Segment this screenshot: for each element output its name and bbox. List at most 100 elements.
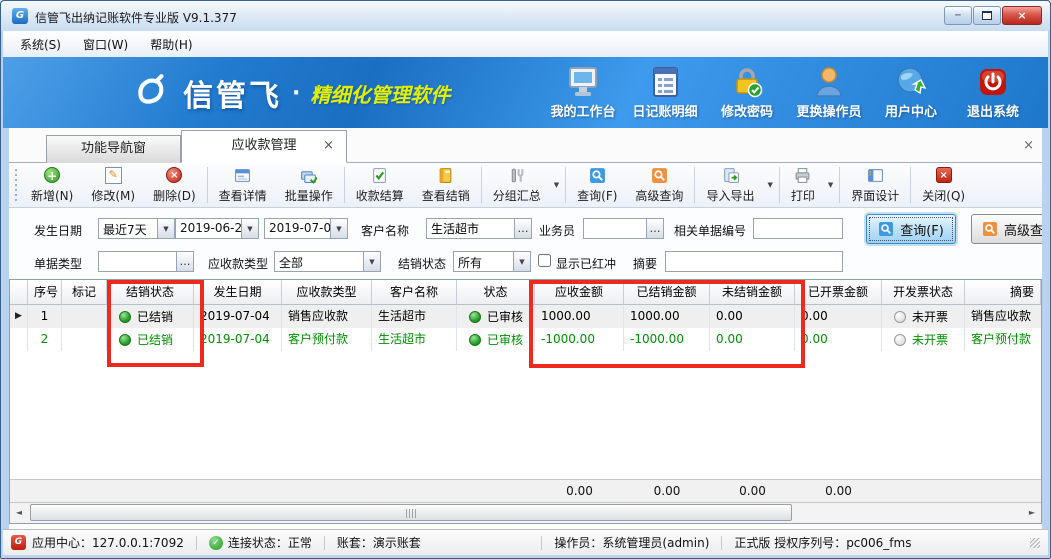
app-center-logo-icon: G — [11, 535, 26, 550]
header-seq[interactable]: 序号 — [28, 280, 62, 305]
dropdown-icon[interactable]: ▼ — [763, 181, 776, 189]
exit-power-icon — [977, 66, 1009, 98]
tab-function-nav[interactable]: 功能导航窗 — [46, 135, 181, 163]
status-text: 已审核 — [487, 306, 523, 328]
toolbar-view-detail-button[interactable]: 查看详情 — [210, 163, 276, 207]
recv-type-combo[interactable]: 全部▼ — [274, 251, 381, 272]
query-button[interactable]: 查询(F) — [866, 214, 956, 244]
toolbar-separator — [481, 167, 482, 203]
header-indicator — [10, 280, 28, 305]
user-center-globe-icon — [895, 66, 927, 98]
action-exit-system[interactable]: 退出系统 — [952, 64, 1034, 120]
ellipsis-icon[interactable]: … — [176, 252, 193, 271]
scrollbar-thumb[interactable] — [30, 504, 792, 521]
status-separator — [721, 536, 722, 550]
settle-status-combo[interactable]: 所有▼ — [453, 251, 531, 272]
date-to-combo[interactable]: 2019-07-04▼ — [264, 218, 348, 239]
salesman-input[interactable] — [584, 219, 646, 238]
header-status[interactable]: 状态 — [457, 280, 535, 305]
toolbar-query-button[interactable]: 查询(F) — [568, 163, 626, 207]
action-journal-detail[interactable]: 日记账明细 — [624, 64, 706, 120]
gray-status-icon — [894, 311, 906, 323]
combo-value: 全部 — [275, 252, 363, 271]
ref-no-input[interactable] — [754, 219, 842, 238]
advanced-search-icon — [982, 221, 998, 237]
toolbar-add-button[interactable]: +新增(N) — [22, 163, 82, 207]
menu-window[interactable]: 窗口(W) — [72, 33, 139, 56]
toolbar-group-summary-button[interactable]: 分组汇总 — [484, 163, 550, 207]
chevron-down-icon[interactable]: ▼ — [241, 219, 258, 238]
toolbar-settle-button[interactable]: 收款结算 — [347, 163, 413, 207]
status-text: 已审核 — [487, 329, 523, 351]
customer-input[interactable] — [427, 219, 514, 238]
header-customer[interactable]: 客户名称 — [372, 280, 457, 305]
header-invoice-status[interactable]: 开发票状态 — [882, 280, 965, 305]
header-recv-type[interactable]: 应收款类型 — [282, 280, 372, 305]
toolbar-grip[interactable] — [13, 169, 20, 201]
status-separator — [541, 536, 542, 550]
writeoff-book-icon — [437, 167, 454, 184]
menu-system[interactable]: 系统(S) — [9, 33, 72, 56]
dropdown-icon[interactable]: ▼ — [824, 181, 837, 189]
action-change-password[interactable]: 修改密码 — [706, 64, 788, 120]
row-indicator: ▶ — [10, 305, 28, 328]
status-separator — [324, 536, 325, 550]
chevron-down-icon[interactable]: ▼ — [363, 252, 380, 271]
restore-button[interactable] — [973, 6, 1001, 25]
toolbar-close-button[interactable]: ×关闭(Q) — [913, 163, 974, 207]
header-mark[interactable]: 标记 — [62, 280, 107, 305]
highlight-box-settle-status — [107, 280, 204, 367]
green-status-icon — [469, 311, 481, 323]
toolbar-label: 新增(N) — [31, 187, 73, 204]
status-app-center: 应用中心：127.0.0.1:7092 — [32, 534, 184, 551]
doc-type-input[interactable] — [99, 252, 176, 271]
menu-help[interactable]: 帮助(H) — [139, 33, 203, 56]
toolbar-ui-design-button[interactable]: 界面设计 — [842, 163, 908, 207]
status-operator: 操作员：系统管理员(admin) — [554, 534, 709, 551]
header-date[interactable]: 发生日期 — [194, 280, 282, 305]
toolbar-edit-button[interactable]: ✎修改(M) — [82, 163, 144, 207]
action-user-center[interactable]: 用户中心 — [870, 64, 952, 120]
toolbar-print-button[interactable]: 打印 — [782, 163, 824, 207]
combo-value: 最近7天 — [99, 219, 157, 238]
date-from-combo[interactable]: 2019-06-27▼ — [175, 218, 259, 239]
ellipsis-icon[interactable]: … — [646, 219, 663, 238]
toolbar-adv-query-button[interactable]: 高级查询 — [626, 163, 692, 207]
minimize-button[interactable]: ─ — [944, 6, 972, 25]
footer-total-unsettled: 0.00 — [710, 480, 795, 502]
resize-grip[interactable] — [1030, 538, 1040, 548]
salesman-field: … — [583, 218, 664, 239]
toolbar-delete-button[interactable]: ×删除(D) — [144, 163, 205, 207]
date-range-combo[interactable]: 最近7天▼ — [98, 218, 175, 239]
show-red-flush-checkbox[interactable] — [538, 254, 551, 267]
header-summary[interactable]: 摘要 — [965, 280, 1041, 305]
chevron-down-icon[interactable]: ▼ — [330, 219, 347, 238]
toolbar-view-writeoff-button[interactable]: 查看结销 — [413, 163, 479, 207]
scroll-right-icon[interactable]: ► — [1023, 503, 1041, 523]
tabstrip-close-icon[interactable]: × — [1023, 138, 1034, 153]
action-switch-operator[interactable]: 更换操作员 — [788, 64, 870, 120]
action-my-workbench[interactable]: 我的工作台 — [542, 64, 624, 120]
tab-receivables[interactable]: 应收款管理 × — [181, 130, 347, 163]
tab-close-icon[interactable]: × — [323, 139, 334, 153]
advanced-query-button[interactable]: 高级查询 — [971, 214, 1042, 244]
chevron-down-icon[interactable]: ▼ — [157, 219, 174, 238]
scroll-left-icon[interactable]: ◄ — [10, 503, 28, 523]
header-invoiced[interactable]: 已开票金额 — [795, 280, 882, 305]
detail-panel-icon — [234, 167, 251, 184]
toolbar-label: 查询(F) — [577, 187, 617, 204]
toolbar-batch-button[interactable]: 批量操作 — [276, 163, 342, 207]
dropdown-icon[interactable]: ▼ — [550, 181, 563, 189]
window-title: 信管飞出纳记账软件专业版 V9.1.377 — [35, 9, 237, 26]
journal-list-icon — [649, 66, 681, 98]
toolbar-import-export-button[interactable]: 导入导出 — [697, 163, 763, 207]
chevron-down-icon[interactable]: ▼ — [513, 252, 530, 271]
close-button[interactable]: × — [1002, 6, 1042, 25]
ref-no-field — [753, 218, 843, 239]
toolbar-separator — [839, 167, 840, 203]
action-label: 用户中心 — [885, 101, 937, 120]
toolbar-label: 界面设计 — [851, 187, 899, 204]
ellipsis-icon[interactable]: … — [514, 219, 531, 238]
query-button-label: 查询(F) — [900, 220, 944, 239]
summary-input[interactable] — [666, 252, 842, 271]
